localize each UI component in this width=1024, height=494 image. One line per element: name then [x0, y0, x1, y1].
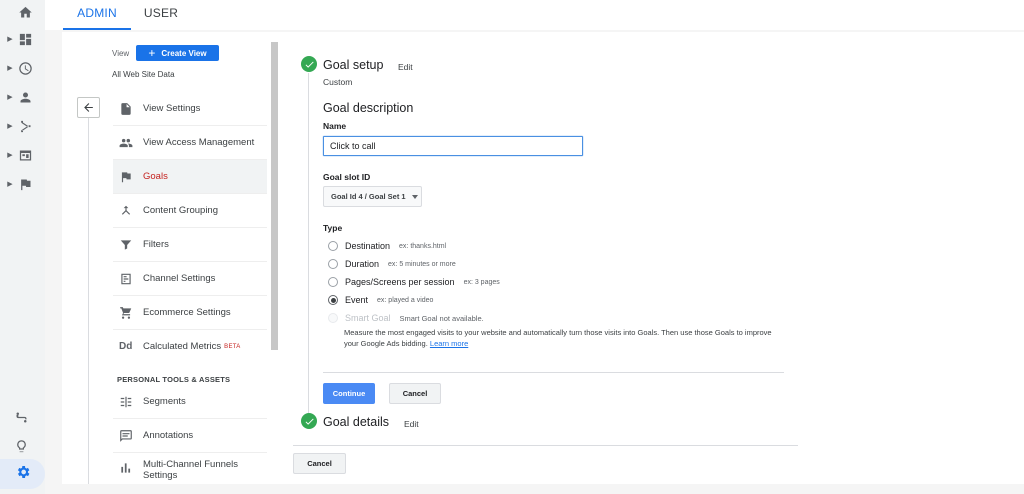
radio-event[interactable] [328, 295, 338, 305]
rail-home[interactable] [6, 0, 40, 24]
annotation-icon [113, 429, 143, 443]
goal-name-input[interactable] [323, 136, 583, 156]
tab-admin[interactable]: ADMIN [63, 0, 131, 30]
channel-icon [113, 272, 143, 286]
wizard-step-line [308, 73, 309, 413]
rail-realtime[interactable]: ▶ [6, 56, 40, 80]
top-tabs: ADMIN USER [45, 0, 1024, 30]
expand-arrow-icon: ▶ [7, 181, 13, 188]
expand-arrow-icon: ▶ [7, 65, 13, 72]
create-view-button[interactable]: + Create View [136, 45, 219, 61]
rail-discover[interactable] [10, 434, 44, 458]
menu-item-content-grouping[interactable]: Content Grouping [113, 194, 267, 227]
flag-icon [14, 173, 36, 195]
check-icon [305, 61, 314, 68]
goal-setup-edit[interactable]: Edit [398, 62, 413, 72]
create-view-label: Create View [161, 48, 207, 58]
learn-more-link[interactable]: Learn more [430, 339, 468, 348]
type-option-event[interactable]: Event ex: played a video [328, 293, 433, 307]
left-nav-rail: ▶ ▶ ▶ ▶ ▶ ▶ [0, 0, 45, 494]
dashboard-icon [14, 28, 36, 50]
expand-arrow-icon: ▶ [7, 123, 13, 130]
rail-admin[interactable] [0, 459, 45, 489]
filter-icon [113, 238, 143, 252]
goal-description-heading: Goal description [323, 101, 414, 115]
section-personal-tools: PERSONAL TOOLS & ASSETS [117, 375, 231, 384]
rail-audience[interactable]: ▶ [6, 85, 40, 109]
view-label: View [112, 49, 130, 58]
plus-icon: + [148, 46, 156, 60]
expand-arrow-icon: ▶ [7, 152, 13, 159]
rail-attribution[interactable] [10, 405, 44, 429]
arrow-left-icon [84, 103, 93, 112]
goal-details-check [301, 413, 317, 429]
goal-slot-label: Goal slot ID [323, 172, 371, 182]
route-icon [10, 406, 32, 428]
goal-slot-select[interactable]: Goal Id 4 / Goal Set 1 [323, 186, 422, 207]
menu-item-mcf-settings[interactable]: Multi-Channel Funnels Settings [113, 455, 267, 484]
dd-icon: Dd [119, 341, 133, 352]
goal-setup-check [301, 56, 317, 72]
flag-icon [113, 170, 143, 184]
caret-down-icon [411, 194, 418, 199]
radio-smart-goal [328, 313, 338, 323]
segments-icon [113, 395, 143, 409]
rail-behavior[interactable]: ▶ [6, 143, 40, 167]
tab-user[interactable]: USER [137, 0, 185, 30]
name-label: Name [323, 121, 347, 131]
beta-badge: BETA [224, 343, 241, 350]
people-icon [113, 136, 143, 150]
goal-details-title: Goal details [323, 415, 390, 429]
menu-item-annotations[interactable]: Annotations [113, 419, 267, 452]
bar-chart-icon [113, 455, 143, 475]
goal-setup-title: Goal setup [323, 58, 384, 72]
person-icon [14, 86, 36, 108]
acquisition-icon [14, 115, 36, 137]
cancel-button[interactable]: Cancel [389, 383, 441, 404]
nav-connector-line [88, 118, 89, 484]
page-icon [113, 102, 143, 116]
menu-item-ecommerce[interactable]: Ecommerce Settings [113, 296, 267, 329]
menu-item-view-settings[interactable]: View Settings [113, 92, 267, 125]
menu-item-goals[interactable]: Goals [113, 160, 267, 193]
scrollbar[interactable] [271, 42, 278, 350]
menu-item-filters[interactable]: Filters [113, 228, 267, 261]
radio-duration[interactable] [328, 259, 338, 269]
type-option-destination[interactable]: Destination ex: thanks.html [328, 239, 446, 253]
goal-slot-value: Goal Id 4 / Goal Set 1 [331, 192, 406, 201]
type-option-pages[interactable]: Pages/Screens per session ex: 3 pages [328, 275, 500, 289]
menu-item-view-access[interactable]: View Access Management [113, 126, 267, 159]
radio-pages[interactable] [328, 277, 338, 287]
home-icon [14, 1, 36, 23]
menu-item-segments[interactable]: Segments [113, 385, 267, 418]
setup-divider [323, 372, 784, 373]
goal-details-edit[interactable]: Edit [404, 419, 419, 429]
gear-icon [15, 464, 31, 485]
rail-conversions[interactable]: ▶ [6, 172, 40, 196]
menu-item-channel-settings[interactable]: Channel Settings [113, 262, 267, 295]
type-option-smart-goal: Smart Goal Smart Goal not available. [328, 311, 484, 325]
radio-destination[interactable] [328, 241, 338, 251]
expand-arrow-icon: ▶ [7, 94, 13, 101]
check-icon [305, 418, 314, 425]
bottom-divider [293, 445, 798, 446]
type-option-duration[interactable]: Duration ex: 5 minutes or more [328, 257, 456, 271]
grouping-icon [113, 204, 143, 218]
selected-view-name[interactable]: All Web Site Data [112, 70, 175, 79]
clock-icon [14, 57, 36, 79]
type-label: Type [323, 223, 343, 233]
continue-button[interactable]: Continue [323, 383, 375, 404]
cart-icon [113, 306, 143, 320]
rail-customization[interactable]: ▶ [6, 27, 40, 51]
smart-goal-description: Measure the most engaged visits to your … [344, 328, 772, 348]
bottom-cancel-button[interactable]: Cancel [293, 453, 346, 474]
menu-item-calculated-metrics[interactable]: Dd Calculated Metrics BETA [113, 330, 267, 363]
behavior-icon [14, 144, 36, 166]
back-button[interactable] [77, 97, 100, 118]
rail-acquisition[interactable]: ▶ [6, 114, 40, 138]
goal-setup-value: Custom [323, 77, 353, 87]
lightbulb-icon [10, 435, 32, 457]
expand-arrow-icon: ▶ [7, 36, 13, 43]
